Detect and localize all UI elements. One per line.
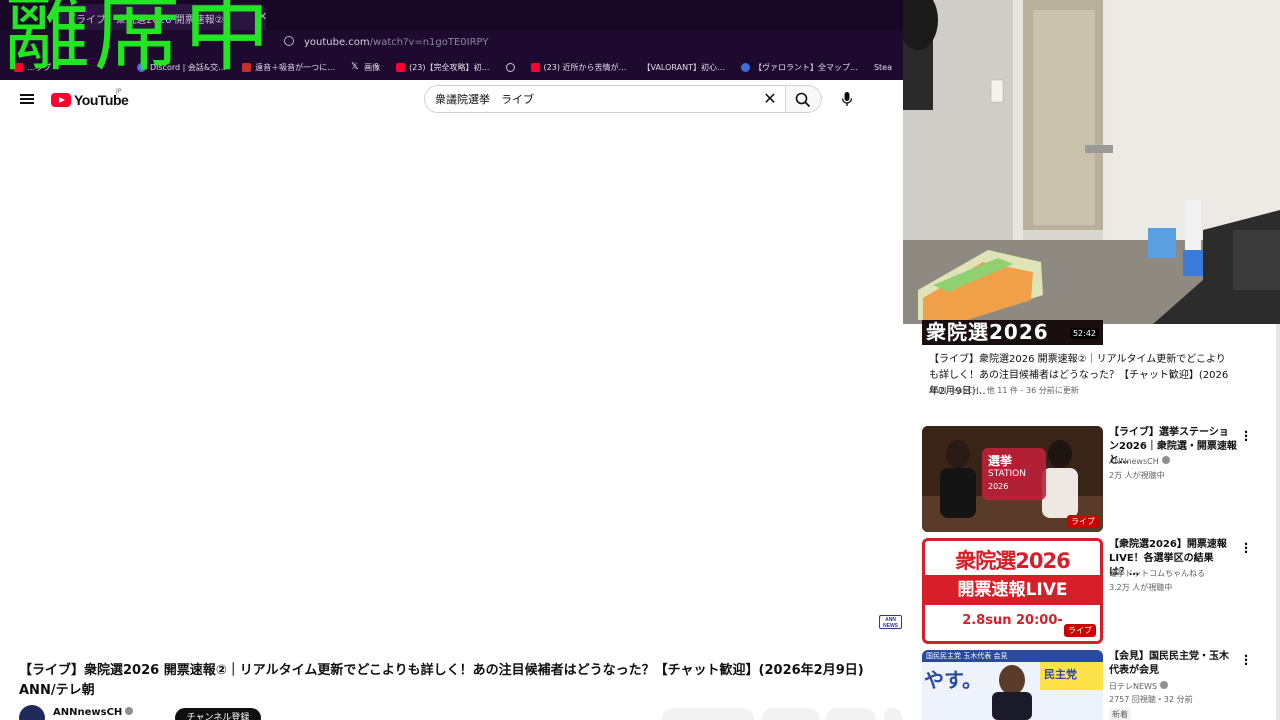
video-title: 【ライブ】衆院選2026 開票速報②｜リアルタイム更新でどこよりも詳しく！あの注… [19,663,864,698]
search-button[interactable] [786,85,822,113]
clear-icon[interactable]: ✕ [762,90,778,108]
like-button[interactable] [662,708,754,720]
recommendation-viewers: 2万 人が視聴中 [1109,471,1165,480]
more-actions-button[interactable] [884,708,902,720]
search-input[interactable] [435,86,755,112]
verified-icon [125,707,134,715]
ann-news-logo: ANN NEWS [879,615,902,629]
scrollbar[interactable] [1276,324,1280,720]
voice-search-button[interactable] [833,85,861,113]
bookmark-item[interactable]: 【ヴァロラント】全マップ… [733,62,866,73]
youtube-play-icon [51,93,71,107]
more-options-icon[interactable]: · · · [1243,538,1249,558]
bookmark-item[interactable]: Stea [866,63,900,72]
recommendation-viewers: 3.2万 人が視聴中 [1109,583,1173,592]
away-overlay-text: 離席中 [4,0,274,83]
recommendation-viewers: 2757 回視聴・32 分前 [1109,695,1193,704]
bookmark-item[interactable] [498,62,523,72]
channel-avatar[interactable] [19,705,45,720]
recommendation-title[interactable]: 【会見】国民民主党・玉木代表が会見 [1109,650,1237,678]
duration-badge: 52:42 [1069,328,1099,339]
webcam-scene [903,0,1280,324]
menu-icon[interactable] [20,94,34,104]
video-player[interactable] [0,118,903,650]
more-options-icon[interactable]: · · · [1243,426,1249,446]
recommendation-channel[interactable]: 日テレNEWS [1109,681,1169,692]
recommendation-thumbnail[interactable]: 衆院選2026 開票速報LIVE 2.8sun 20:00- ライブ [922,538,1103,644]
verified-icon [1161,456,1170,464]
recommendation-meta: ANNnewsCH、他 11 件 - 36 分前に更新 [929,386,1079,395]
x-icon: 𝕏 [351,61,359,72]
youtube-icon [530,62,540,72]
live-badge: ライブ [1067,515,1099,528]
address-bar[interactable]: youtube.com/watch?v=n1goTE0IRPY [280,32,900,54]
region-label: JP [116,88,122,95]
bookmark-item[interactable]: (23)【完全攻略】初… [388,62,497,73]
globe-icon [505,62,515,72]
channel-name[interactable]: ANNnewsCH [53,707,134,718]
recommendation-thumbnail[interactable]: 国民民主党 玉木代表 会見 やす。 民主党 [922,650,1103,720]
subscribe-button[interactable]: チャンネル登録 [175,708,261,720]
save-button[interactable] [826,708,876,720]
recommendation-channel[interactable]: ANNnewsCH [1109,456,1170,466]
recommendation-thumbnail[interactable]: 衆院選2026 52:42 [922,320,1103,345]
webcam-feed [903,0,1280,324]
youtube-icon [396,62,406,72]
recommendation-channel[interactable]: 選挙ドットコムちゃんねる [1109,568,1205,579]
share-button[interactable] [762,708,820,720]
blue-circle-icon [740,62,750,72]
bookmark-item[interactable]: 𝕏 画像 [343,62,388,73]
bookmark-item[interactable]: 【VALORANT】初心… [634,62,732,73]
more-options-icon[interactable]: · · · [1243,650,1249,670]
search-icon [795,92,811,108]
verified-icon [1160,681,1169,689]
new-badge: 新着 [1109,708,1131,720]
search-box [424,85,786,113]
microphone-icon [841,92,853,106]
recommendation-thumbnail[interactable]: 選挙 STATION 2026 ライブ [922,426,1103,532]
address-path: /watch?v=n1goTE0IRPY [369,37,489,48]
address-host: youtube.com [304,37,370,48]
live-badge: ライブ [1064,624,1096,637]
bookmark-item[interactable]: (23) 近所から苦情が… [523,62,635,73]
